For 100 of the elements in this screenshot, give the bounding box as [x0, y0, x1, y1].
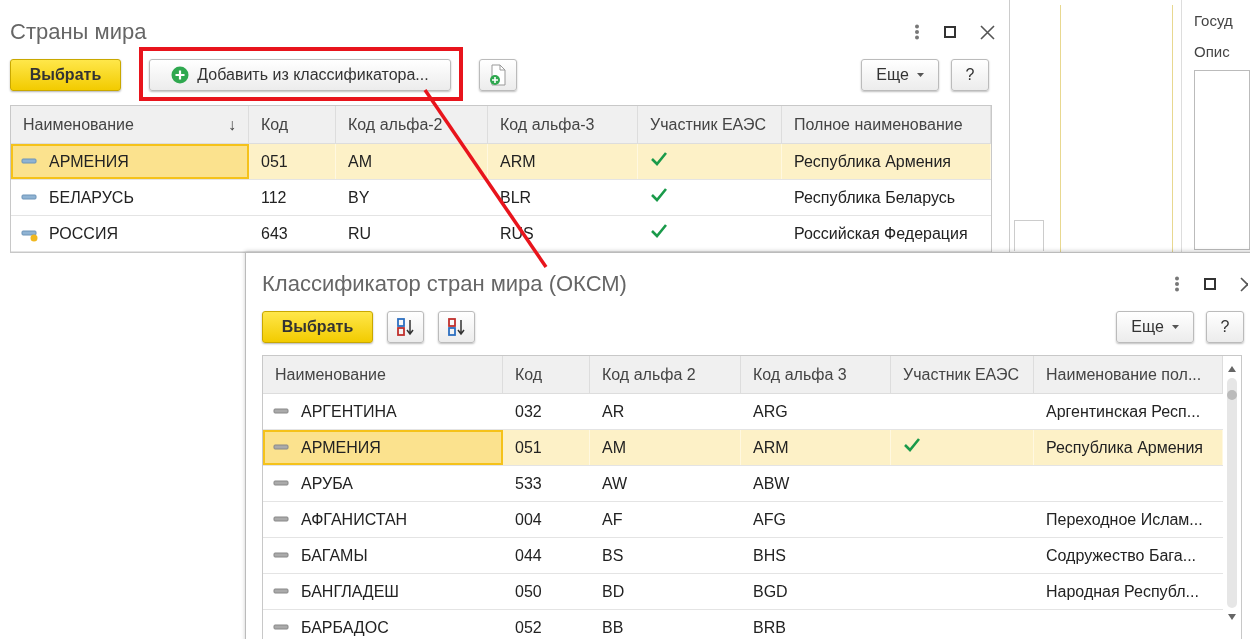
sort-descending-button[interactable]	[438, 311, 475, 343]
column-header[interactable]: Наименование	[263, 356, 503, 393]
name-cell[interactable]: АРГЕНТИНА	[263, 394, 503, 429]
column-header[interactable]: Участник ЕАЭС	[891, 356, 1034, 393]
check-icon	[650, 222, 668, 239]
name-cell[interactable]: РОССИЯ	[11, 216, 249, 251]
country-name: АРМЕНИЯ	[301, 438, 381, 457]
table-cell-text: 050	[514, 581, 543, 602]
table-cell-text: AF	[601, 509, 624, 530]
table-cell-text: Аргентинская Респ...	[1045, 401, 1202, 422]
maximize-icon[interactable]	[1204, 278, 1216, 290]
country-name: РОССИЯ	[49, 224, 118, 243]
check-icon	[650, 150, 668, 167]
new-document-icon	[489, 64, 507, 86]
choose-button[interactable]: Выбрать	[10, 59, 121, 91]
name-cell[interactable]: БАГАМЫ	[263, 538, 503, 573]
field-label: Госуд	[1194, 12, 1234, 29]
name-cell[interactable]: АРУБА	[263, 466, 503, 501]
table-cell-text: RU	[347, 223, 373, 244]
help-button[interactable]: ?	[1206, 311, 1244, 343]
country-name: БАГАМЫ	[301, 546, 368, 565]
caret-icon	[916, 73, 924, 77]
table-row[interactable]: АРМЕНИЯ 051 AM ARM Республика Армения	[263, 430, 1223, 466]
column-header[interactable]: Код	[249, 106, 336, 143]
country-name: АРУБА	[301, 474, 353, 493]
table-cell-text: Республика Беларусь	[793, 187, 957, 208]
table-cell-text: 533	[514, 473, 543, 494]
scroll-thumb[interactable]	[1227, 390, 1237, 400]
name-cell[interactable]: АРМЕНИЯ	[263, 430, 503, 465]
country-name: АФГАНИСТАН	[301, 510, 408, 529]
table-cell-text: AR	[601, 401, 626, 422]
maximize-icon[interactable]	[944, 26, 956, 38]
column-header[interactable]: Полное наименование	[782, 106, 991, 143]
name-cell[interactable]: АРМЕНИЯ	[11, 144, 249, 179]
name-cell[interactable]: БЕЛАРУСЬ	[11, 180, 249, 215]
table-cell-text: BRB	[752, 617, 787, 638]
table-cell-text: BY	[347, 187, 371, 208]
table-cell-text: BGD	[752, 581, 789, 602]
name-cell[interactable]: БАНГЛАДЕШ	[263, 574, 503, 609]
field-label: Опис	[1194, 43, 1231, 60]
column-header[interactable]: Участник ЕАЭС	[638, 106, 782, 143]
more-icon[interactable]	[1174, 276, 1180, 292]
help-button[interactable]: ?	[951, 59, 989, 91]
table-cell-text: 643	[260, 223, 289, 244]
check-icon	[903, 436, 921, 453]
more-button[interactable]: Еще	[1116, 311, 1194, 343]
table-cell: 051	[503, 430, 590, 465]
close-icon[interactable]	[1240, 276, 1248, 292]
table-cell: AM	[336, 144, 488, 179]
table-cell-text: BLR	[499, 187, 533, 208]
column-header[interactable]: Код	[503, 356, 590, 393]
table-cell: AM	[590, 430, 741, 465]
sort-ascending-button[interactable]	[387, 311, 424, 343]
table-cell: ARM	[741, 430, 891, 465]
table-cell-text: BHS	[752, 545, 787, 566]
country-name: АРМЕНИЯ	[49, 152, 129, 171]
more-icon[interactable]	[914, 24, 920, 40]
table-cell: ARM	[488, 144, 638, 179]
window-title: Страны мира	[10, 19, 148, 45]
sort-descending-icon	[446, 317, 467, 337]
country-name: БАРБАДОС	[301, 618, 389, 637]
table-cell-text: BD	[601, 581, 626, 602]
more-button[interactable]: Еще	[861, 59, 939, 91]
window-title: Классификатор стран мира (ОКСМ)	[262, 271, 628, 297]
plus-icon	[171, 66, 190, 84]
table-cell-text: Народная Республ...	[1045, 581, 1200, 602]
column-header[interactable]: Наименование	[23, 115, 134, 134]
new-document-button[interactable]	[479, 59, 517, 91]
scroll-down-icon[interactable]	[1228, 614, 1236, 620]
table-cell-text: BB	[601, 617, 625, 638]
table-cell-text: Переходное Ислам...	[1045, 509, 1204, 530]
table-cell-text: 004	[514, 509, 543, 530]
column-header[interactable]: Код альфа 2	[590, 356, 741, 393]
country-name: БАНГЛАДЕШ	[301, 582, 399, 601]
sort-ascending-icon	[395, 317, 416, 337]
scroll-up-icon[interactable]	[1228, 366, 1236, 372]
country-name: БЕЛАРУСЬ	[49, 188, 134, 207]
table-cell: Республика Армения	[782, 144, 991, 179]
table-row[interactable]: АРМЕНИЯ 051 AM ARM Республика Армения	[11, 144, 991, 180]
table-cell-text: Российская Федерация	[793, 223, 969, 244]
table-cell-text: ARG	[752, 401, 789, 422]
table-cell-text: Содружество Бага...	[1045, 545, 1198, 566]
name-cell[interactable]: БАРБАДОС	[263, 610, 503, 639]
sort-indicator: ↓	[228, 115, 236, 134]
table-cell-text: AW	[601, 473, 629, 494]
choose-button[interactable]: Выбрать	[262, 311, 373, 343]
table-cell-text: 032	[514, 401, 543, 422]
caret-icon	[1171, 325, 1179, 329]
name-cell[interactable]: АФГАНИСТАН	[263, 502, 503, 537]
table-cell: 051	[249, 144, 336, 179]
add-from-classifier-button[interactable]: Добавить из классификатора...	[149, 59, 451, 91]
side-panel-frame	[1014, 220, 1044, 251]
table-cell-text: AFG	[752, 509, 787, 530]
column-header[interactable]: Код альфа-3	[488, 106, 638, 143]
column-header[interactable]: Код альфа 3	[741, 356, 891, 393]
column-header[interactable]: Код альфа-2	[336, 106, 488, 143]
close-icon[interactable]	[980, 24, 995, 40]
table-cell-text: BS	[601, 545, 625, 566]
table-cell-text: ABW	[752, 473, 791, 494]
table-cell-text: 052	[514, 617, 543, 638]
